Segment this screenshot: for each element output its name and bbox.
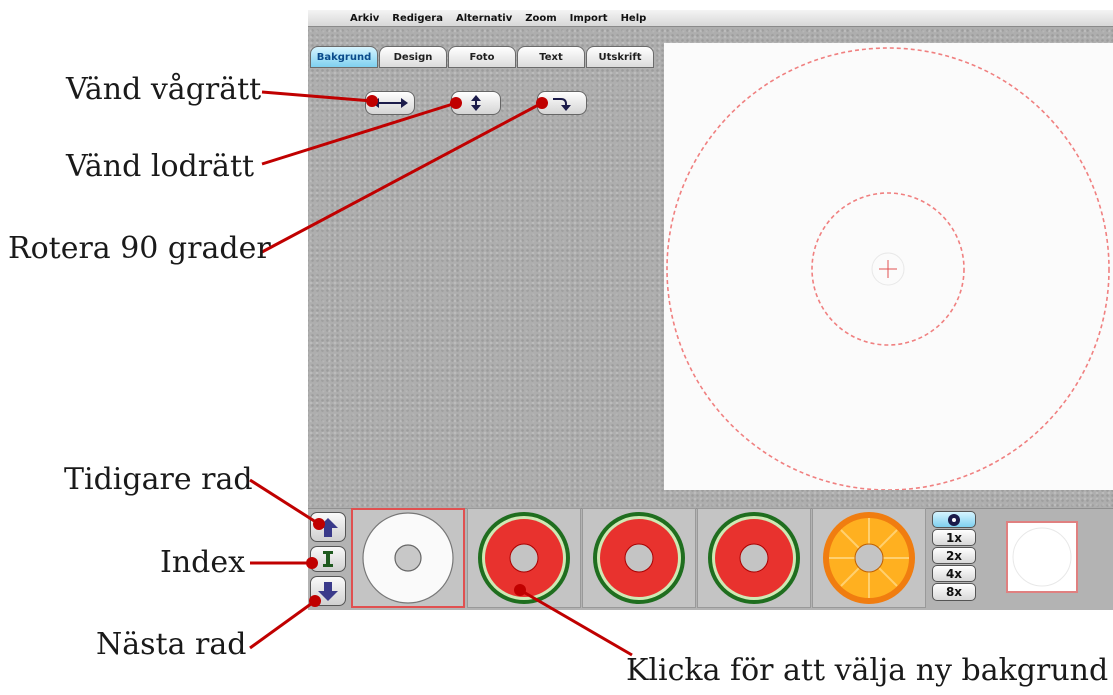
next-row-button[interactable] bbox=[310, 576, 346, 606]
background-thumbnail-watermelon-2[interactable] bbox=[582, 508, 696, 608]
background-thumbnail-watermelon-1[interactable] bbox=[467, 508, 581, 608]
menu-redigera[interactable]: Redigera bbox=[392, 13, 443, 24]
tab-bakgrund[interactable]: Bakgrund bbox=[310, 46, 378, 68]
background-thumbnail-plain[interactable] bbox=[351, 508, 465, 608]
menu-import[interactable]: Import bbox=[570, 13, 608, 24]
disc-icon bbox=[948, 513, 960, 526]
zoom-8x-button[interactable]: 8x bbox=[932, 583, 976, 601]
tab-bar: Bakgrund Design Foto Text Utskrift bbox=[310, 46, 655, 68]
arrow-down-icon bbox=[318, 582, 338, 601]
zoom-4x-button[interactable]: 4x bbox=[932, 565, 976, 582]
label-flip-vertical: Vänd lodrätt bbox=[66, 149, 255, 184]
preview-disc-image bbox=[1012, 527, 1072, 587]
rotate-90-button[interactable] bbox=[537, 91, 587, 115]
flip-vertical-button[interactable] bbox=[451, 91, 501, 115]
zoom-fit-button[interactable] bbox=[932, 511, 976, 528]
previous-row-button[interactable] bbox=[310, 512, 346, 542]
watermelon-disc-image bbox=[708, 512, 800, 604]
menu-arkiv[interactable]: Arkiv bbox=[350, 13, 379, 24]
label-index: Index bbox=[160, 545, 246, 580]
tab-foto[interactable]: Foto bbox=[448, 46, 516, 68]
tab-utskrift[interactable]: Utskrift bbox=[586, 46, 654, 68]
left-right-arrow-icon bbox=[372, 98, 408, 108]
preview-thumbnail bbox=[1006, 521, 1078, 593]
index-icon bbox=[323, 551, 333, 567]
label-select-background: Klicka för att välja ny bakgrund bbox=[626, 653, 1109, 688]
index-button[interactable] bbox=[310, 546, 346, 572]
menu-alternativ[interactable]: Alternativ bbox=[456, 13, 512, 24]
watermelon-disc-image bbox=[593, 512, 685, 604]
label-next-row: Nästa rad bbox=[96, 627, 247, 662]
background-thumbnail-orange[interactable] bbox=[812, 508, 926, 608]
menu-help[interactable]: Help bbox=[621, 13, 647, 24]
label-previous-row: Tidigare rad bbox=[64, 462, 253, 497]
orange-disc-image bbox=[823, 512, 915, 604]
plain-disc-image bbox=[362, 512, 454, 604]
background-thumbnail-watermelon-3[interactable] bbox=[697, 508, 811, 608]
zoom-2x-button[interactable]: 2x bbox=[932, 547, 976, 564]
label-flip-horizontal: Vänd vågrätt bbox=[66, 72, 262, 107]
menu-zoom[interactable]: Zoom bbox=[525, 13, 556, 24]
up-down-arrow-icon bbox=[471, 95, 481, 111]
tab-text[interactable]: Text bbox=[517, 46, 585, 68]
zoom-1x-button[interactable]: 1x bbox=[932, 529, 976, 546]
menu-bar: Arkiv Redigera Alternativ Zoom Import He… bbox=[308, 10, 1113, 27]
tab-design[interactable]: Design bbox=[379, 46, 447, 68]
rotate-arrow-icon bbox=[553, 98, 571, 111]
flip-horizontal-button[interactable] bbox=[365, 91, 415, 115]
label-rotate: Rotera 90 grader bbox=[8, 231, 271, 266]
arrow-up-icon bbox=[318, 518, 338, 537]
disc-guide-svg bbox=[666, 47, 1110, 491]
watermelon-disc-image bbox=[478, 512, 570, 604]
design-canvas[interactable] bbox=[664, 43, 1113, 491]
